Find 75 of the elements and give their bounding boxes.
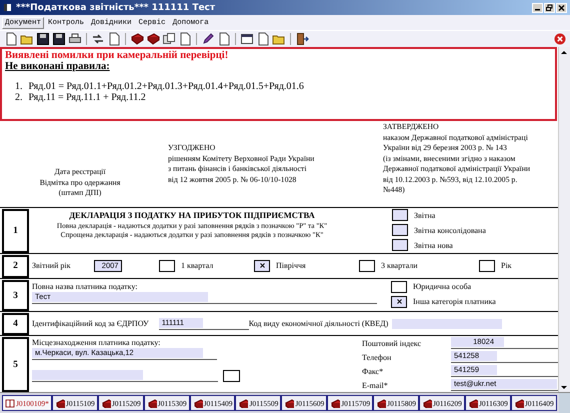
book-icon — [54, 398, 65, 408]
pen-icon[interactable] — [201, 32, 215, 46]
pages-icon[interactable] — [162, 32, 176, 46]
minimize-icon[interactable] — [532, 2, 543, 12]
checkbox-label: Півріччя — [276, 261, 306, 270]
rule-text: Ряд.11 = Ряд.11.1 + Ряд.11.2 — [28, 92, 146, 103]
document-icon[interactable] — [4, 32, 18, 46]
checkbox-label: Звітна нова — [414, 240, 453, 250]
document-icon[interactable] — [178, 32, 192, 46]
field-label: Телефон — [362, 352, 392, 362]
section-number: 5 — [2, 337, 29, 392]
rule-text: Ряд.01 = Ряд.01.1+Ряд.01.2+Ряд.01.3+Ряд.01.4+Ряд.01.5+Ряд.01.6 — [28, 81, 304, 92]
checkbox-label: Юридична особа — [413, 282, 472, 292]
checkbox[interactable] — [392, 239, 408, 251]
book-icon — [376, 398, 386, 408]
input-field[interactable] — [392, 318, 502, 329]
checkbox-label: Звітна консолідована — [414, 226, 486, 234]
window-icon[interactable] — [240, 32, 254, 46]
field-label: Факс* — [362, 366, 384, 376]
field-label: Ідентифікаційний код за ЄДРПОУ — [32, 319, 149, 328]
section-number: 1 — [2, 209, 29, 253]
checkbox[interactable] — [359, 260, 375, 272]
checkbox-label: Інша категорія платника — [413, 297, 496, 306]
window-icon — [3, 3, 12, 12]
book-icon — [146, 398, 157, 408]
checkbox-label: 3 квартали — [381, 261, 418, 270]
checkbox[interactable] — [392, 224, 408, 236]
book-icon — [238, 398, 248, 408]
book-icon — [284, 398, 294, 408]
input-field[interactable] — [32, 370, 143, 380]
window-title: ***Податкова звітність*** 111111 Тест — [16, 2, 216, 12]
book-icon — [514, 398, 524, 408]
book-icon — [5, 398, 15, 408]
field-label: E-mail* — [362, 380, 389, 390]
book-icon[interactable] — [146, 32, 160, 46]
checkbox[interactable] — [159, 260, 175, 272]
section-number: 4 — [2, 313, 29, 336]
error-heading: Виявлені помилки при камеральній перевірці! — [5, 50, 230, 61]
field-label: Місцезнаходження платника податку: — [32, 337, 162, 348]
checkbox[interactable] — [254, 260, 270, 272]
document-icon[interactable] — [256, 32, 270, 46]
document-icon[interactable] — [107, 32, 121, 46]
list-number: 1. — [15, 81, 22, 92]
book-icon — [192, 398, 203, 408]
field-label: Звітний рік — [32, 261, 70, 270]
checkbox-label: Звітна — [414, 210, 436, 220]
restore-icon[interactable] — [544, 2, 555, 12]
book-icon — [100, 398, 111, 408]
checkbox[interactable] — [391, 280, 407, 293]
cross-icon — [396, 299, 402, 304]
error-subheading: Не виконані правила: — [5, 61, 111, 72]
list-number: 2. — [15, 92, 22, 103]
checkbox-label: 1 квартал — [181, 261, 214, 270]
book-icon[interactable] — [130, 32, 144, 46]
section-number: 3 — [2, 280, 29, 312]
checkbox[interactable] — [391, 296, 407, 308]
printer-icon[interactable] — [68, 32, 82, 46]
declaration-title: ДЕКЛАРАЦІЯ З ПОДАТКУ НА ПРИБУТОК ПІДПРИЄМСТВА — [69, 209, 315, 221]
field-label: Поштовий індекс — [362, 338, 422, 348]
document-icon[interactable] — [217, 32, 231, 46]
book-icon — [422, 398, 432, 408]
arrows-icon[interactable] — [91, 32, 105, 46]
checkbox[interactable] — [392, 209, 408, 221]
checkbox-label: Рік — [501, 261, 512, 270]
field-label: Код виду економічної діяльності (КВЕД) — [248, 319, 388, 328]
section-number: 2 — [2, 255, 29, 278]
field-label: Повна назва платника податку: — [32, 280, 138, 292]
cross-icon — [260, 263, 264, 268]
exit-door-icon[interactable] — [295, 32, 309, 46]
scrollbar[interactable] — [558, 47, 570, 392]
checkbox[interactable] — [479, 260, 495, 272]
book-icon — [330, 398, 340, 408]
book-icon — [468, 398, 478, 408]
close-icon[interactable] — [556, 2, 567, 12]
checkbox[interactable] — [223, 370, 240, 382]
